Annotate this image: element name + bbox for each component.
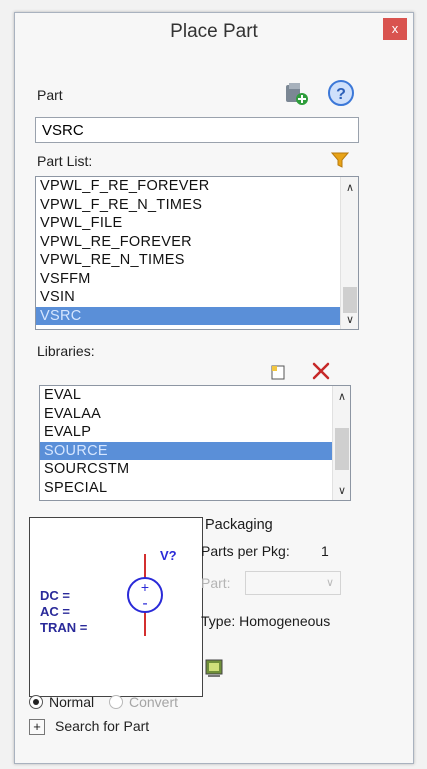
- part-list-item[interactable]: VPWL_F_RE_N_TIMES: [36, 196, 358, 215]
- convert-view-radio[interactable]: [109, 695, 123, 709]
- chevron-down-icon: ∨: [325, 577, 334, 589]
- part-list[interactable]: VPWL_F_RE_FOREVER VPWL_F_RE_N_TIMES VPWL_F…: [35, 176, 359, 330]
- scroll-down-arrow-icon[interactable]: ∨: [333, 482, 350, 500]
- libraries-list-item[interactable]: EVAL: [40, 386, 350, 405]
- parts-per-pkg-label: Parts per Pkg:: [201, 543, 290, 559]
- package-type-label: Type: Homogeneous: [201, 613, 331, 629]
- libraries-scrollbar[interactable]: ∧ ∨: [332, 386, 350, 500]
- part-list-label: Part List:: [37, 153, 93, 169]
- part-list-scrollbar[interactable]: ∧ ∨: [340, 177, 358, 329]
- svg-text:+: +: [141, 579, 149, 595]
- window-title: Place Part: [170, 21, 258, 42]
- part-list-item[interactable]: VSFFM: [36, 270, 358, 289]
- close-button[interactable]: x: [383, 18, 407, 40]
- libraries-list-item[interactable]: SOURCE: [40, 441, 350, 460]
- add-library-icon[interactable]: [283, 81, 309, 107]
- part-select[interactable]: ∨: [245, 571, 341, 595]
- scroll-down-arrow-icon[interactable]: ∨: [341, 311, 358, 329]
- new-library-icon[interactable]: [269, 363, 287, 381]
- libraries-list-item[interactable]: EVALP: [40, 423, 350, 442]
- part-list-item[interactable]: VPWL_RE_FOREVER: [36, 233, 358, 252]
- preview-line-tran: TRAN =: [40, 620, 88, 635]
- part-select-label: Part:: [201, 575, 231, 591]
- part-list-scroll-thumb[interactable]: [343, 287, 357, 313]
- scroll-up-arrow-icon[interactable]: ∧: [341, 179, 358, 197]
- packaging-title: Packaging: [205, 517, 273, 533]
- scroll-up-arrow-icon[interactable]: ∧: [333, 388, 350, 406]
- part-list-item[interactable]: VPWL_F_RE_FOREVER: [36, 177, 358, 196]
- libraries-list-item[interactable]: EVALAA: [40, 405, 350, 424]
- part-list-item[interactable]: VSIN: [36, 288, 358, 307]
- preview-line-dc: DC =: [40, 588, 70, 603]
- title-bar: Place Part x: [15, 13, 413, 51]
- search-for-part-label[interactable]: Search for Part: [55, 718, 149, 734]
- preview-line-ac: AC =: [40, 604, 70, 619]
- delete-icon[interactable]: [311, 361, 331, 381]
- normal-view-radio[interactable]: [29, 695, 43, 709]
- part-preview: DC = AC = TRAN = + - V?: [29, 517, 203, 697]
- part-label: Part: [37, 87, 63, 103]
- normal-view-label: Normal: [49, 694, 95, 710]
- libraries-scroll-thumb[interactable]: [335, 428, 349, 470]
- part-list-item[interactable]: VPWL_RE_N_TIMES: [36, 251, 358, 270]
- voltage-source-symbol-icon: + -: [127, 554, 163, 636]
- help-icon[interactable]: ?: [327, 79, 355, 107]
- preview-ref-designator: V?: [160, 548, 177, 563]
- parts-per-pkg-value: 1: [321, 543, 329, 559]
- libraries-list-item[interactable]: SPECIAL: [40, 479, 350, 498]
- convert-view-label: Convert: [129, 694, 179, 710]
- libraries-list[interactable]: EVAL EVALAA EVALP SOURCE SOURCSTM SPECIAL ∧ ∨: [39, 385, 351, 501]
- libraries-list-item[interactable]: SOURCSTM: [40, 460, 350, 479]
- libraries-label: Libraries:: [37, 343, 95, 359]
- place-part-window: Place Part x Part ? Part List: VPWL_F_RE…: [14, 12, 414, 764]
- part-list-item[interactable]: VSRC: [36, 306, 358, 325]
- part-name-input[interactable]: [35, 117, 359, 143]
- search-expand-button[interactable]: +: [29, 719, 45, 735]
- filter-icon[interactable]: [331, 151, 349, 169]
- svg-text:-: -: [142, 595, 147, 612]
- part-list-item[interactable]: VPWL_FILE: [36, 214, 358, 233]
- svg-text:?: ?: [336, 86, 346, 103]
- pcb-footprint-icon[interactable]: [203, 657, 225, 679]
